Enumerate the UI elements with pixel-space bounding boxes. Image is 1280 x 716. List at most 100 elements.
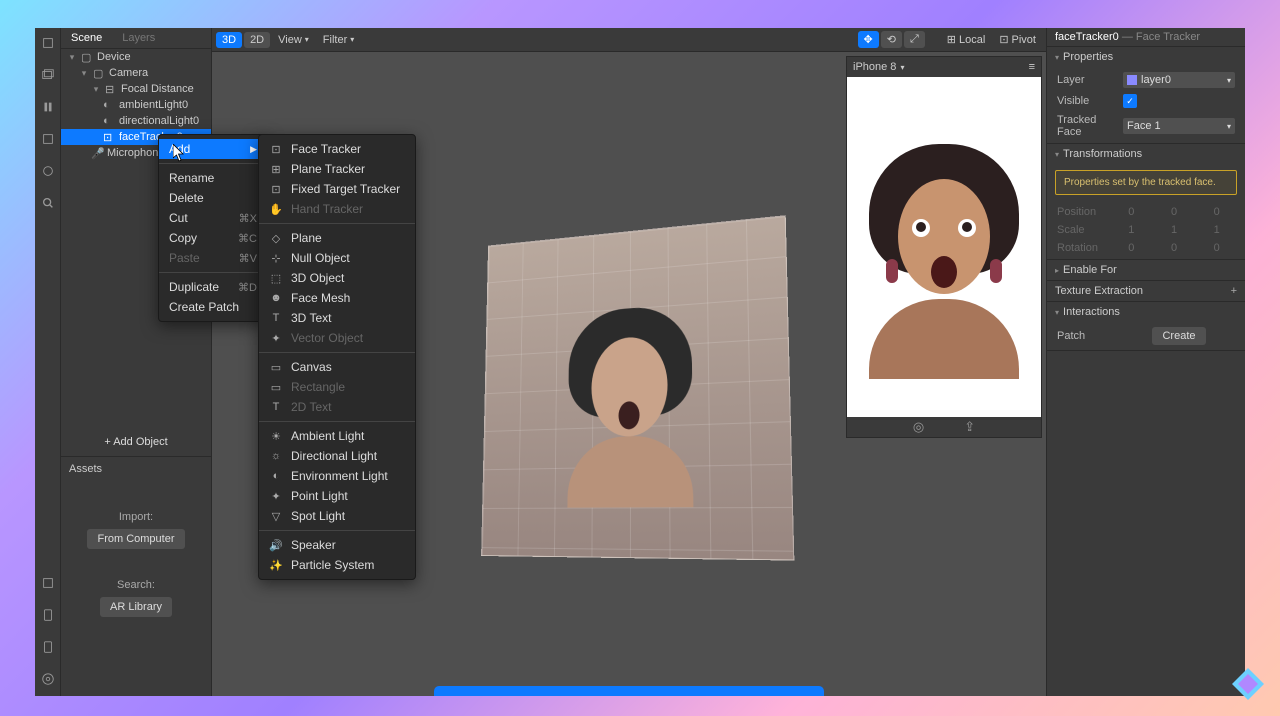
- rail-test-icon[interactable]: [41, 608, 55, 622]
- rail-pause-icon[interactable]: [41, 100, 55, 114]
- plane-tracker-icon: ⊞: [269, 162, 283, 176]
- left-rail: [35, 28, 61, 696]
- section-properties[interactable]: ▾Properties: [1047, 47, 1245, 67]
- submenu-speaker[interactable]: 🔊Speaker: [259, 535, 415, 555]
- rotate-tool-button[interactable]: ⟲: [881, 31, 902, 48]
- ar-library-button[interactable]: AR Library: [100, 597, 172, 617]
- rail-settings-icon[interactable]: [41, 672, 55, 686]
- mode-3d-button[interactable]: 3D: [216, 32, 242, 48]
- tracked-face-dropdown[interactable]: Face 1▾: [1123, 118, 1235, 134]
- tracked-face-label: Tracked Face: [1057, 114, 1115, 138]
- menu-add[interactable]: Add▶: [159, 139, 267, 159]
- move-tool-button[interactable]: ✥: [858, 31, 879, 48]
- rail-search-icon[interactable]: [41, 196, 55, 210]
- menu-duplicate[interactable]: Duplicate⌘D: [159, 277, 267, 297]
- capture-icon[interactable]: ◎: [913, 419, 924, 435]
- submenu-particle-system[interactable]: ✨Particle System: [259, 555, 415, 575]
- submenu-null-object[interactable]: ⊹Null Object: [259, 248, 415, 268]
- rail-cube-icon[interactable]: [41, 36, 55, 50]
- visible-checkbox[interactable]: ✓: [1123, 94, 1137, 108]
- section-transformations[interactable]: ▾Transformations: [1047, 144, 1245, 164]
- rail-upload-icon[interactable]: [41, 640, 55, 654]
- scale-tool-button[interactable]: ⤢: [904, 31, 925, 48]
- rail-patch-icon[interactable]: [41, 164, 55, 178]
- menu-cut[interactable]: Cut⌘X: [159, 208, 267, 228]
- submenu-vector-object: ✦Vector Object: [259, 328, 415, 348]
- patch-label: Patch: [1057, 330, 1115, 342]
- add-submenu: ⊡Face Tracker ⊞Plane Tracker ⊡Fixed Targ…: [258, 134, 416, 580]
- pivot-toggle[interactable]: ⊡Pivot: [993, 31, 1042, 48]
- submenu-plane-tracker[interactable]: ⊞Plane Tracker: [259, 159, 415, 179]
- tree-camera[interactable]: ▾▢Camera: [61, 65, 211, 81]
- create-patch-button[interactable]: Create: [1152, 327, 1205, 345]
- null-icon: ⊹: [269, 251, 283, 265]
- tree-label: Microphone: [107, 147, 164, 159]
- scene-tabs: Scene Layers: [61, 28, 211, 49]
- tree-label: directionalLight0: [119, 115, 199, 127]
- device-preview: [847, 77, 1041, 417]
- submenu-face-tracker[interactable]: ⊡Face Tracker: [259, 139, 415, 159]
- tree-ambient-light[interactable]: ◐ambientLight0: [61, 97, 211, 113]
- submenu-face-mesh[interactable]: ☻Face Mesh: [259, 288, 415, 308]
- submenu-3d-text[interactable]: T3D Text: [259, 308, 415, 328]
- section-interactions[interactable]: ▾Interactions: [1047, 302, 1245, 322]
- search-label: Search:: [69, 579, 203, 591]
- submenu-ambient-light[interactable]: ☀Ambient Light: [259, 426, 415, 446]
- bottom-drawer-handle[interactable]: [434, 686, 824, 696]
- face-preview-3d: [563, 304, 699, 508]
- tab-layers[interactable]: Layers: [112, 28, 165, 48]
- section-enable-for[interactable]: ▸Enable For: [1047, 260, 1245, 280]
- submenu-directional-light[interactable]: ☼Directional Light: [259, 446, 415, 466]
- environment-light-icon: ◐: [269, 469, 283, 483]
- tree-device[interactable]: ▾▢Device: [61, 49, 211, 65]
- submenu-hand-tracker: ✋Hand Tracker: [259, 199, 415, 219]
- directional-light-icon: ☼: [269, 449, 283, 463]
- import-from-computer-button[interactable]: From Computer: [87, 529, 184, 549]
- rectangle-icon: ▭: [269, 380, 283, 394]
- add-texture-icon[interactable]: +: [1231, 285, 1237, 297]
- hand-tracker-icon: ✋: [269, 202, 283, 216]
- view-dropdown[interactable]: View▾: [272, 32, 315, 48]
- tree-label: Focal Distance: [121, 83, 194, 95]
- tree-focal-distance[interactable]: ▾⊟Focal Distance: [61, 81, 211, 97]
- filter-dropdown[interactable]: Filter▾: [317, 32, 360, 48]
- submenu-3d-object[interactable]: ⬚3D Object: [259, 268, 415, 288]
- import-label: Import:: [69, 511, 203, 523]
- rail-layers-icon[interactable]: [41, 68, 55, 82]
- point-light-icon: ✦: [269, 489, 283, 503]
- menu-copy[interactable]: Copy⌘C: [159, 228, 267, 248]
- menu-rename[interactable]: Rename: [159, 168, 267, 188]
- app-window: Scene Layers ▾▢Device ▾▢Camera ▾⊟Focal D…: [35, 28, 1245, 696]
- object-name: faceTracker0: [1055, 31, 1119, 43]
- tree-directional-light[interactable]: ◐directionalLight0: [61, 113, 211, 129]
- menu-paste: Paste⌘V: [159, 248, 267, 268]
- fixed-target-icon: ⊡: [269, 182, 283, 196]
- add-object-button[interactable]: + Add Object: [61, 428, 211, 456]
- speaker-icon: 🔊: [269, 538, 283, 552]
- rail-export-icon[interactable]: [41, 576, 55, 590]
- obj3d-icon: ⬚: [269, 271, 283, 285]
- submenu-rectangle: ▭Rectangle: [259, 377, 415, 397]
- submenu-point-light[interactable]: ✦Point Light: [259, 486, 415, 506]
- context-menu: Add▶ Rename Delete Cut⌘X Copy⌘C Paste⌘V …: [158, 134, 268, 322]
- layer-dropdown[interactable]: layer0▾: [1123, 72, 1235, 88]
- submenu-plane[interactable]: ◇Plane: [259, 228, 415, 248]
- section-texture-extraction[interactable]: Texture Extraction+: [1047, 281, 1245, 301]
- menu-delete[interactable]: Delete: [159, 188, 267, 208]
- menu-create-patch[interactable]: Create Patch: [159, 297, 267, 317]
- preview-menu-icon[interactable]: ≡: [1029, 61, 1035, 73]
- person-icon[interactable]: ⇪: [964, 419, 975, 435]
- submenu-fixed-target-tracker[interactable]: ⊡Fixed Target Tracker: [259, 179, 415, 199]
- position-label: Position: [1057, 206, 1107, 218]
- rail-box-icon[interactable]: [41, 132, 55, 146]
- local-toggle[interactable]: ⊞Local: [941, 31, 992, 48]
- tree-label: ambientLight0: [119, 99, 188, 111]
- scene-panel: Scene Layers ▾▢Device ▾▢Camera ▾⊟Focal D…: [61, 28, 211, 696]
- mode-2d-button[interactable]: 2D: [244, 32, 270, 48]
- device-select[interactable]: iPhone 8▾: [853, 61, 904, 73]
- submenu-canvas[interactable]: ▭Canvas: [259, 357, 415, 377]
- inspector-header: faceTracker0 — Face Tracker: [1047, 28, 1245, 47]
- submenu-environment-light[interactable]: ◐Environment Light: [259, 466, 415, 486]
- tab-scene[interactable]: Scene: [61, 28, 112, 48]
- submenu-spot-light[interactable]: ▽Spot Light: [259, 506, 415, 526]
